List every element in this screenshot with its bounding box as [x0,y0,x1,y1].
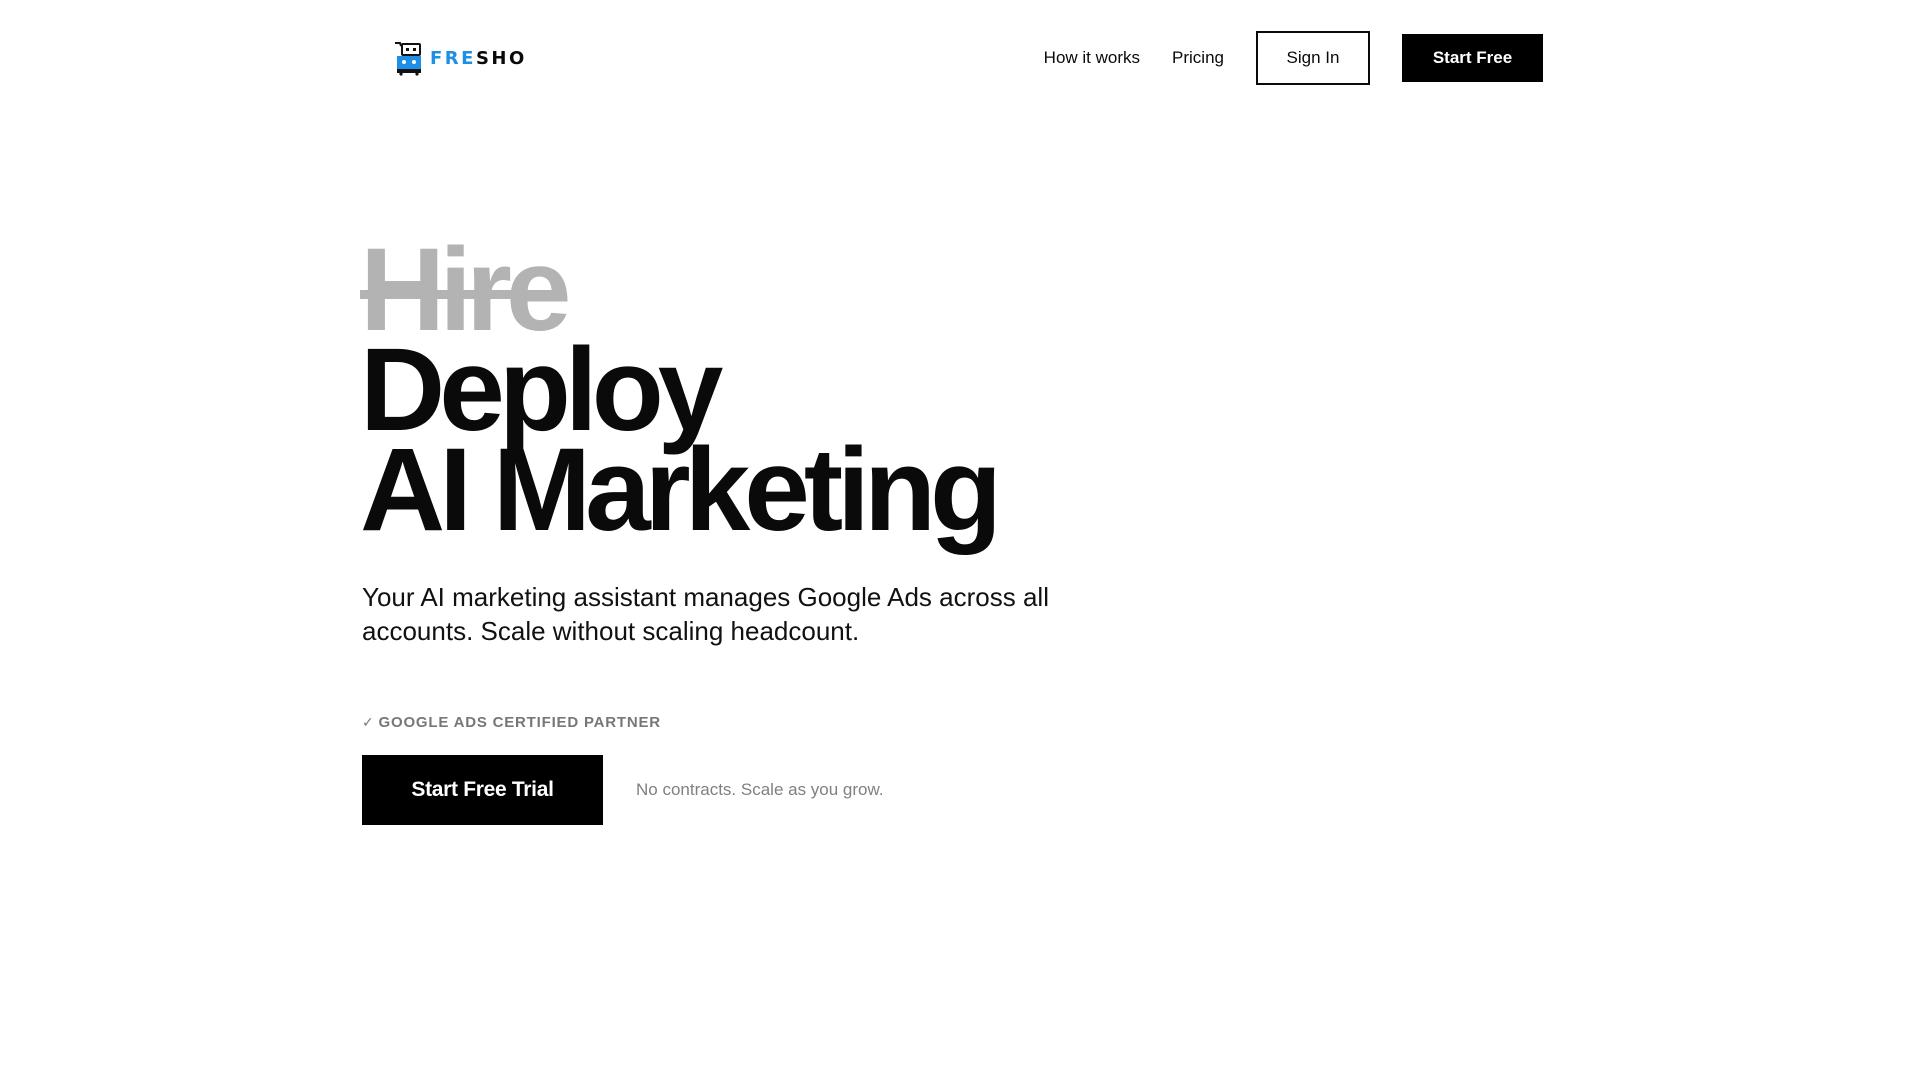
cta-note: No contracts. Scale as you grow. [636,780,884,799]
logo-wordmark-blue: FRE [430,47,476,69]
landing-page: FRESHO How it works Pricing Sign In Star… [0,0,1920,1080]
nav-pricing[interactable]: Pricing [1172,48,1224,68]
main-nav: How it works Pricing Sign In Start Free [1044,31,1543,85]
nav-how-it-works[interactable]: How it works [1044,48,1140,68]
logo-wordmark: FRESHO [430,48,527,69]
start-free-button[interactable]: Start Free [1402,34,1543,82]
cta-row: Start Free Trial No contracts. Scale as … [362,755,1162,825]
hero-subtitle: Your AI marketing assistant manages Goog… [362,582,1049,646]
start-free-trial-button[interactable]: Start Free Trial [362,755,603,825]
sign-in-button[interactable]: Sign In [1256,31,1370,85]
hero-headline: Hire Deploy AI Marketing [360,231,1162,556]
certified-badge-text: GOOGLE ADS CERTIFIED PARTNER [378,714,661,731]
logo[interactable]: FRESHO [394,40,527,76]
certified-badge: ✓ GOOGLE ADS CERTIFIED PARTNER [362,714,1162,731]
hero-section: Hire Deploy AI Marketing Your AI marketi… [360,231,1162,825]
headline-line-ai-marketing: AI Marketing [360,424,1002,556]
site-header: FRESHO How it works Pricing Sign In Star… [362,30,1543,86]
shopping-cart-robot-icon [395,42,421,76]
check-icon: ✓ [362,714,375,731]
logo-wordmark-dark: SHO [475,47,527,69]
